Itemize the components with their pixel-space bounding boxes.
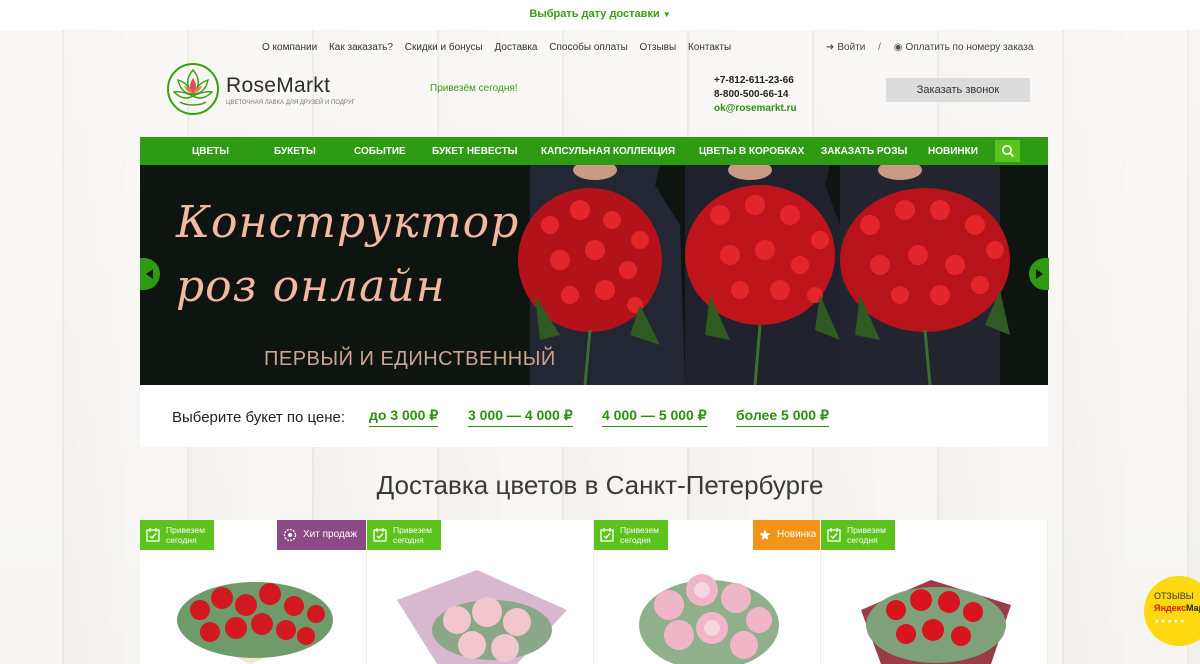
- nav-order-roses[interactable]: ЗАКАЗАТЬ РОЗЫ: [821, 146, 907, 157]
- banner-headline-line1: Конструктор: [176, 197, 520, 248]
- login-icon: ➜: [826, 42, 835, 53]
- star-icon: [759, 529, 771, 540]
- nav-flowers[interactable]: ЦВЕТЫ: [192, 146, 229, 157]
- banner-headline-line2: роз онлайн: [176, 261, 446, 312]
- calendar-check-icon: [146, 528, 160, 542]
- login-link[interactable]: ➜ Войти: [826, 42, 865, 53]
- callback-button[interactable]: Заказать звонок: [886, 78, 1030, 102]
- lotus-logo-icon: [167, 63, 219, 115]
- calendar-check-icon: [373, 528, 387, 542]
- price-option-under-3000[interactable]: до 3 000 ₽: [369, 407, 439, 427]
- product-card[interactable]: Привезем сегодня Новинка: [594, 520, 821, 664]
- price-filter: Выберите букет по цене: до 3 000 ₽ 3 000…: [140, 385, 1048, 447]
- product-image: [177, 582, 333, 664]
- phone-1[interactable]: +7-812-611-23-66: [714, 74, 797, 88]
- nav-new[interactable]: НОВИНКИ: [928, 146, 978, 157]
- phone-2[interactable]: 8-800-500-66-14: [714, 88, 797, 102]
- topnav-discounts[interactable]: Скидки и бонусы: [405, 42, 483, 53]
- logo[interactable]: RoseMarkt ЦВЕТОЧНАЯ ЛАВКА ДЛЯ ДРУЗЕЙ И П…: [166, 62, 355, 115]
- topnav-how-to-order[interactable]: Как заказать?: [329, 42, 393, 53]
- delivery-date-selector[interactable]: Выбрать дату доставки ▼: [529, 8, 670, 20]
- yandex-market-reviews-widget[interactable]: ОТЗЫВЫ ЯндексМаркет ★★★★★: [1144, 576, 1200, 646]
- topnav-contacts[interactable]: Контакты: [688, 42, 731, 53]
- badge-new: Новинка: [753, 520, 820, 550]
- section-title: Доставка цветов в Санкт-Петербурге: [376, 470, 824, 500]
- rating-stars-icon: ★★★★★: [1154, 619, 1186, 625]
- product-card[interactable]: Привезем сегодня: [821, 520, 1048, 664]
- logo-name: RoseMarkt: [226, 74, 331, 97]
- account-links: ➜ Войти / ◉ Оплатить по номеру заказа: [826, 42, 1033, 53]
- badge-label: Новинка: [777, 529, 817, 540]
- badge-label: Хит продаж: [303, 529, 358, 540]
- product-card[interactable]: Привезем сегодня Хит продаж: [140, 520, 367, 664]
- email-link[interactable]: ok@rosemarkt.ru: [714, 102, 797, 116]
- nav-bouquets[interactable]: БУКЕТЫ: [274, 146, 316, 157]
- flower-badge-icon: [283, 528, 297, 542]
- price-option-4000-5000[interactable]: 4 000 — 5 000 ₽: [602, 407, 707, 427]
- wallet-icon: ◉: [893, 42, 903, 53]
- separator: /: [878, 42, 881, 53]
- main-nav: ЦВЕТЫ БУКЕТЫ СОБЫТИЕ БУКЕТ НЕВЕСТЫ КАПСУ…: [140, 137, 1048, 165]
- yandex-brand-y: Яндекс: [1154, 603, 1187, 613]
- banner-subtitle: ПЕРВЫЙ И ЕДИНСТВЕННЫЙ: [264, 348, 556, 370]
- topnav-delivery[interactable]: Доставка: [495, 42, 538, 53]
- product-grid: Привезем сегодня Хит продаж Привезем сег…: [140, 520, 1048, 664]
- product-image: [861, 580, 1011, 664]
- badge-bestseller: Хит продаж: [277, 520, 366, 550]
- search-icon: [1001, 145, 1014, 158]
- price-filter-label: Выберите букет по цене:: [172, 409, 346, 426]
- logo-tagline: ЦВЕТОЧНАЯ ЛАВКА ДЛЯ ДРУЗЕЙ И ПОДРУГ: [226, 100, 355, 106]
- top-nav: О компании Как заказать? Скидки и бонусы…: [262, 42, 740, 53]
- badge-delivery-today: Привезем сегодня: [140, 520, 214, 550]
- promo-today: Привезём сегодня!: [430, 83, 518, 94]
- contacts: +7-812-611-23-66 8-800-500-66-14 ok@rose…: [714, 74, 797, 116]
- badge-label: Привезем сегодня: [166, 525, 205, 545]
- top-bar: Выбрать дату доставки ▼: [0, 0, 1200, 30]
- yandex-brand-m: Маркет: [1186, 603, 1200, 613]
- caret-down-icon: ▼: [662, 10, 671, 19]
- banner-headline: Конструктор роз онлайн: [176, 191, 519, 319]
- nav-capsule-collection[interactable]: КАПСУЛЬНАЯ КОЛЛЕКЦИЯ: [541, 146, 675, 157]
- topnav-payment[interactable]: Способы оплаты: [549, 42, 628, 53]
- header: О компании Как заказать? Скидки и бонусы…: [140, 30, 1048, 138]
- nav-events[interactable]: СОБЫТИЕ: [354, 146, 406, 157]
- badge-delivery-today: Привезем сегодня: [594, 520, 668, 550]
- badge-delivery-today: Привезем сегодня: [821, 520, 895, 550]
- badge-label: Привезем сегодня: [393, 525, 432, 545]
- yandex-reviews-label: ОТЗЫВЫ: [1154, 591, 1194, 601]
- search-button[interactable]: [995, 140, 1020, 162]
- chevron-right-icon: [1036, 269, 1043, 279]
- nav-flowers-in-boxes[interactable]: ЦВЕТЫ В КОРОБКАХ: [699, 146, 804, 157]
- price-option-over-5000[interactable]: более 5 000 ₽: [736, 407, 829, 427]
- topnav-reviews[interactable]: Отзывы: [640, 42, 677, 53]
- hero-banner[interactable]: Конструктор роз онлайн ПЕРВЫЙ И ЕДИНСТВЕ…: [140, 165, 1048, 385]
- chevron-left-icon: [146, 269, 153, 279]
- calendar-check-icon: [827, 528, 841, 542]
- price-option-3000-4000[interactable]: 3 000 — 4 000 ₽: [468, 407, 573, 427]
- pay-by-order-link[interactable]: ◉ Оплатить по номеру заказа: [894, 42, 1034, 53]
- product-card[interactable]: Привезем сегодня: [367, 520, 594, 664]
- badge-label: Привезем сегодня: [847, 525, 886, 545]
- login-label: Войти: [837, 42, 866, 53]
- badge-label: Привезем сегодня: [620, 525, 659, 545]
- topnav-about[interactable]: О компании: [262, 42, 317, 53]
- product-image: [639, 574, 779, 664]
- product-image: [397, 570, 567, 664]
- badge-delivery-today: Привезем сегодня: [367, 520, 441, 550]
- pay-by-order-label: Оплатить по номеру заказа: [905, 42, 1034, 53]
- calendar-check-icon: [600, 528, 614, 542]
- yandex-market-brand: ЯндексМаркет: [1154, 602, 1200, 614]
- nav-bridal-bouquet[interactable]: БУКЕТ НЕВЕСТЫ: [432, 146, 517, 157]
- delivery-date-label: Выбрать дату доставки: [529, 8, 660, 20]
